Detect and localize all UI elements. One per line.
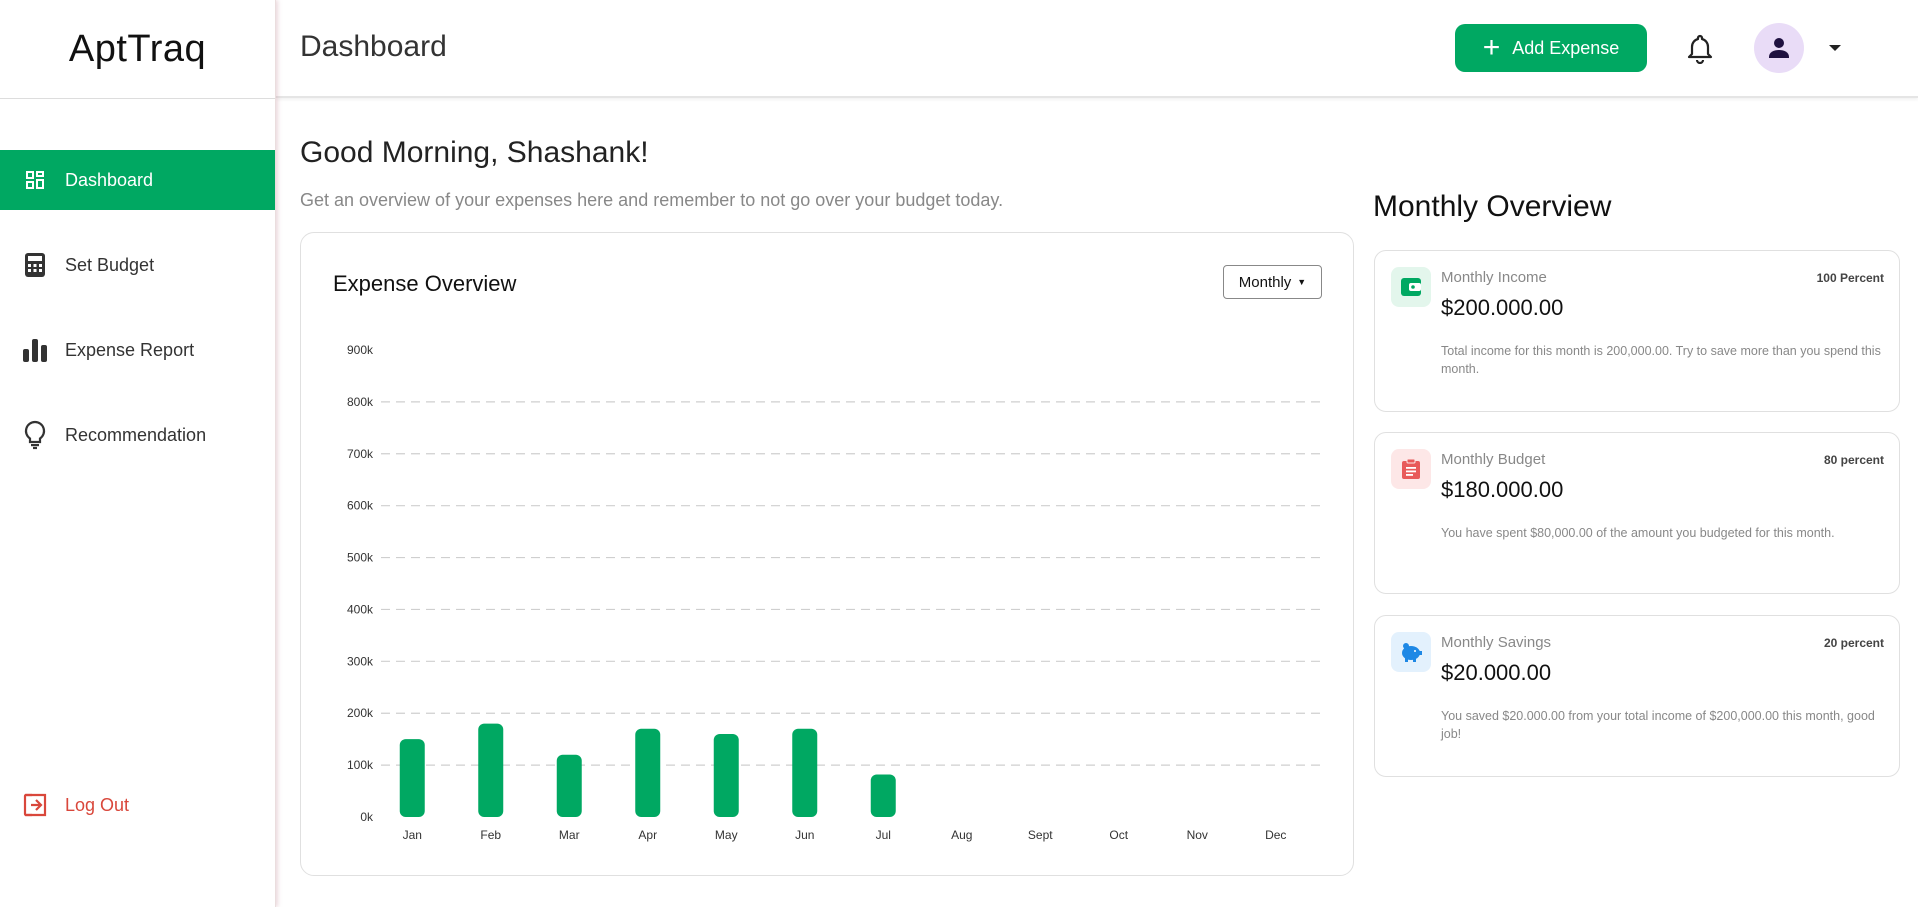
card-description: You have spent $80,000.00 of the amount … — [1441, 526, 1835, 540]
chevron-down-icon[interactable] — [1828, 40, 1842, 58]
card-percent: 20 percent — [1823, 636, 1884, 650]
x-tick-label: Aug — [951, 828, 972, 842]
app-logo[interactable]: AptTraq — [0, 0, 275, 99]
bar-may[interactable] — [713, 733, 739, 817]
monthly-income-card: Monthly Income 100 Percent $200.000.00 T… — [1374, 250, 1900, 412]
card-amount: $20.000.00 — [1441, 660, 1552, 685]
bar-apr[interactable] — [635, 728, 661, 817]
card-percent: 80 percent — [1823, 453, 1884, 467]
sidebar-item-label: Dashboard — [65, 169, 154, 190]
card-description: Total income for this month is 200,000.0… — [1441, 344, 1881, 377]
x-tick-label: Sept — [1028, 828, 1053, 842]
y-tick-label: 700k — [347, 447, 374, 461]
lightbulb-icon — [22, 420, 48, 450]
sidebar-item-recommendation[interactable]: Recommendation — [0, 405, 275, 465]
monthly-savings-card: Monthly Savings 20 percent $20.000.00 Yo… — [1374, 615, 1900, 777]
dashboard-icon — [22, 167, 48, 193]
y-tick-label: 500k — [347, 551, 374, 565]
y-tick-label: 300k — [347, 654, 374, 668]
card-description: You saved $20.000.00 from your total inc… — [1441, 709, 1875, 742]
add-expense-label: Add Expense — [1512, 37, 1620, 58]
logout-icon — [22, 792, 48, 818]
period-dropdown[interactable]: Monthly ▼ — [1223, 265, 1322, 299]
x-tick-label: Oct — [1109, 828, 1128, 842]
page-title: Dashboard — [300, 30, 447, 63]
bar-jun[interactable] — [792, 728, 818, 817]
x-tick-label: Jul — [876, 828, 891, 842]
sidebar-item-set-budget[interactable]: Set Budget — [0, 235, 275, 295]
sidebar-item-label: Expense Report — [65, 339, 195, 360]
card-label: Monthly Budget — [1441, 451, 1546, 468]
y-tick-label: 0k — [360, 810, 374, 824]
bar-chart-icon — [22, 337, 48, 363]
notification-bell-icon[interactable] — [1684, 32, 1716, 65]
x-tick-label: Mar — [559, 828, 580, 842]
sidebar-item-expense-report[interactable]: Expense Report — [0, 320, 275, 380]
clipboard-icon — [1391, 449, 1431, 489]
logout-button[interactable]: Log Out — [0, 780, 129, 830]
expense-bar-chart: 0k 100k 200k 300k 400k 500k 600k 700k 800k 900k Ja… — [347, 343, 1323, 842]
y-tick-label: 400k — [347, 602, 374, 616]
calculator-icon — [22, 252, 48, 278]
page-subtitle: Get an overview of your expenses here an… — [300, 190, 1004, 210]
x-tick-label: Nov — [1187, 828, 1208, 842]
card-amount: $180.000.00 — [1441, 477, 1564, 502]
y-tick-label: 900k — [347, 343, 374, 357]
sidebar-item-label: Recommendation — [65, 424, 207, 445]
plus-icon: + — [1482, 31, 1501, 64]
y-tick-label: 200k — [347, 706, 374, 720]
x-tick-label: Apr — [638, 828, 657, 842]
add-expense-button[interactable]: + Add Expense — [1455, 24, 1647, 72]
greeting: Good Morning, Shashank! — [300, 136, 649, 169]
x-tick-label: Jan — [403, 828, 422, 842]
sidebar-item-dashboard[interactable]: Dashboard — [0, 150, 275, 210]
card-label: Monthly Income — [1441, 269, 1547, 286]
monthly-overview-title: Monthly Overview — [1373, 190, 1612, 223]
user-icon — [1769, 38, 1789, 58]
card-percent: 100 Percent — [1816, 271, 1884, 285]
caret-down-icon: ▼ — [1297, 277, 1307, 287]
period-value: Monthly — [1238, 273, 1292, 291]
logout-label: Log Out — [65, 794, 130, 815]
bar-mar[interactable] — [556, 754, 582, 817]
x-tick-label: Feb — [480, 828, 501, 842]
card-amount: $200.000.00 — [1441, 295, 1564, 320]
x-tick-label: Dec — [1265, 828, 1286, 842]
sidebar-nav: Dashboard Set Budget Expense Report Reco… — [0, 150, 275, 465]
x-tick-label: Jun — [795, 828, 814, 842]
sidebar-item-label: Set Budget — [65, 254, 155, 275]
x-tick-label: May — [715, 828, 738, 842]
avatar[interactable] — [1754, 23, 1804, 73]
monthly-budget-card: Monthly Budget 80 percent $180.000.00 Yo… — [1374, 432, 1900, 594]
y-tick-label: 600k — [347, 499, 374, 513]
y-tick-label: 100k — [347, 758, 374, 772]
card-label: Monthly Savings — [1441, 634, 1552, 651]
bar-jan[interactable] — [399, 739, 425, 817]
sidebar: AptTraq Dashboard Set Budget Expense Rep… — [0, 0, 276, 907]
y-tick-label: 800k — [347, 395, 374, 409]
chart-title: Expense Overview — [333, 271, 517, 296]
bar-feb[interactable] — [478, 723, 504, 817]
topbar: Dashboard + Add Expense — [276, 0, 1918, 98]
expense-overview-card: 0k 100k 200k 300k 400k 500k 600k 700k 800k 900k Ja… — [300, 232, 1354, 876]
piggy-bank-icon — [1391, 632, 1431, 672]
wallet-icon — [1391, 267, 1431, 307]
bar-jul[interactable] — [870, 774, 896, 817]
